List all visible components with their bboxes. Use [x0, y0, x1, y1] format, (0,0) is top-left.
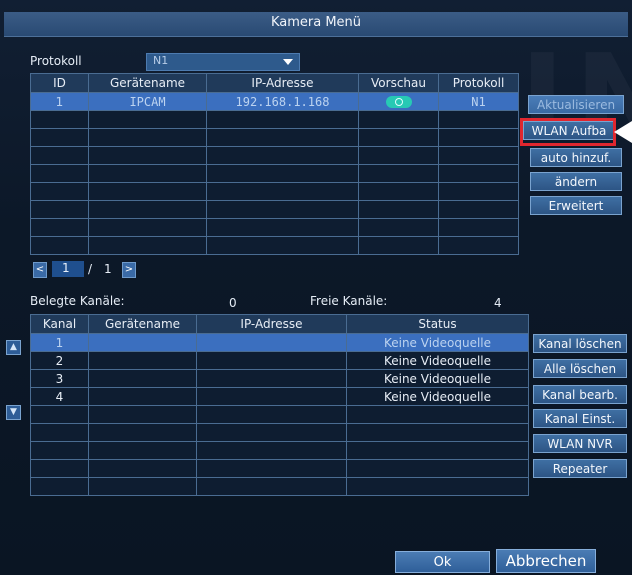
device-row-empty: [30, 200, 519, 219]
device-preview[interactable]: [358, 92, 439, 111]
device-table: ID Gerätename IP-Adresse Vorschau Protok…: [30, 73, 519, 255]
col-channel-ip: IP-Adresse: [196, 314, 347, 334]
repeater-button[interactable]: Repeater: [533, 459, 627, 478]
channel-row[interactable]: 4 Keine Videoquelle: [30, 387, 529, 406]
col-status: Status: [346, 314, 529, 334]
channel-table-header: Kanal Gerätename IP-Adresse Status: [30, 314, 529, 334]
col-protocol: Protokoll: [438, 73, 519, 93]
device-row-empty: [30, 128, 519, 147]
protocol-label: Protokoll: [30, 54, 82, 68]
advanced-button[interactable]: Erweitert: [530, 196, 622, 215]
title-bar: Kamera Menü: [4, 12, 628, 37]
device-row-empty: [30, 146, 519, 165]
device-name: IPCAM: [88, 92, 207, 111]
channel-status: Keine Videoquelle: [346, 333, 529, 352]
preview-icon[interactable]: [385, 96, 412, 108]
channel-ip: [196, 369, 347, 388]
channel-ip: [196, 333, 347, 352]
modify-button[interactable]: ändern: [530, 172, 622, 191]
device-row-empty: [30, 164, 519, 183]
channel-number: 4: [30, 387, 89, 406]
col-preview: Vorschau: [358, 73, 439, 93]
channel-row-empty: [30, 423, 529, 442]
delete-all-button[interactable]: Alle löschen: [533, 359, 627, 378]
col-channel-device-name: Gerätename: [88, 314, 197, 334]
protocol-value: N1: [153, 54, 169, 67]
scroll-down-icon[interactable]: ▼: [6, 405, 21, 420]
channel-number: 3: [30, 369, 89, 388]
col-channel: Kanal: [30, 314, 89, 334]
device-id: 1: [30, 92, 89, 111]
device-row-empty: [30, 218, 519, 237]
channel-row-empty: [30, 441, 529, 460]
page-separator: /: [88, 262, 93, 276]
used-channels-label: Belegte Kanäle:: [30, 294, 125, 308]
page-total: 1: [104, 262, 112, 276]
channel-status: Keine Videoquelle: [346, 351, 529, 370]
ok-button[interactable]: Ok: [395, 551, 490, 573]
device-ip: 192.168.1.168: [206, 92, 359, 111]
device-row[interactable]: 1 IPCAM 192.168.1.168 N1: [30, 92, 519, 111]
col-device-name: Gerätename: [88, 73, 207, 93]
chevron-down-icon: [283, 59, 293, 65]
col-id: ID: [30, 73, 89, 93]
device-row-empty: [30, 236, 519, 255]
scroll-up-icon[interactable]: ▲: [6, 340, 21, 355]
channel-device-name: [88, 351, 197, 370]
channel-ip: [196, 387, 347, 406]
pointer-arrow-icon: [614, 121, 632, 143]
camera-menu-window: IN Kamera Menü Protokoll N1 ID Gerätenam…: [0, 0, 632, 575]
free-channels-value: 4: [494, 296, 502, 310]
device-row-empty: [30, 182, 519, 201]
channel-number: 1: [30, 333, 89, 352]
channel-ip: [196, 351, 347, 370]
channel-row[interactable]: 2 Keine Videoquelle: [30, 351, 529, 370]
col-ip-address: IP-Adresse: [206, 73, 359, 93]
used-channels-value: 0: [229, 296, 237, 310]
channel-device-name: [88, 369, 197, 388]
channel-row[interactable]: 3 Keine Videoquelle: [30, 369, 529, 388]
auto-add-button[interactable]: auto hinzuf.: [530, 148, 622, 167]
channel-device-name: [88, 387, 197, 406]
channel-row-empty: [30, 459, 529, 478]
channel-status: Keine Videoquelle: [346, 369, 529, 388]
refresh-button[interactable]: Aktualisieren: [528, 95, 624, 114]
highlight-box: [520, 118, 616, 146]
channel-row-empty: [30, 477, 529, 496]
delete-channel-button[interactable]: Kanal löschen: [533, 334, 627, 353]
channel-settings-button[interactable]: Kanal Einst.: [533, 409, 627, 428]
wlan-nvr-button[interactable]: WLAN NVR: [533, 434, 627, 453]
device-row-empty: [30, 110, 519, 129]
edit-channel-button[interactable]: Kanal bearb.: [533, 385, 627, 404]
channel-table: Kanal Gerätename IP-Adresse Status 1 Kei…: [30, 314, 529, 496]
device-protocol: N1: [438, 92, 519, 111]
channel-status: Keine Videoquelle: [346, 387, 529, 406]
channel-number: 2: [30, 351, 89, 370]
window-title: Kamera Menü: [270, 15, 362, 30]
channel-row-empty: [30, 405, 529, 424]
channel-device-name: [88, 333, 197, 352]
protocol-dropdown[interactable]: N1: [146, 53, 300, 71]
next-page-button[interactable]: >: [122, 262, 136, 278]
cancel-button[interactable]: Abbrechen: [496, 549, 596, 573]
page-current[interactable]: 1: [52, 261, 84, 277]
channel-row[interactable]: 1 Keine Videoquelle: [30, 333, 529, 352]
free-channels-label: Freie Kanäle:: [310, 294, 388, 308]
prev-page-button[interactable]: <: [33, 262, 47, 278]
device-table-header: ID Gerätename IP-Adresse Vorschau Protok…: [30, 73, 519, 93]
